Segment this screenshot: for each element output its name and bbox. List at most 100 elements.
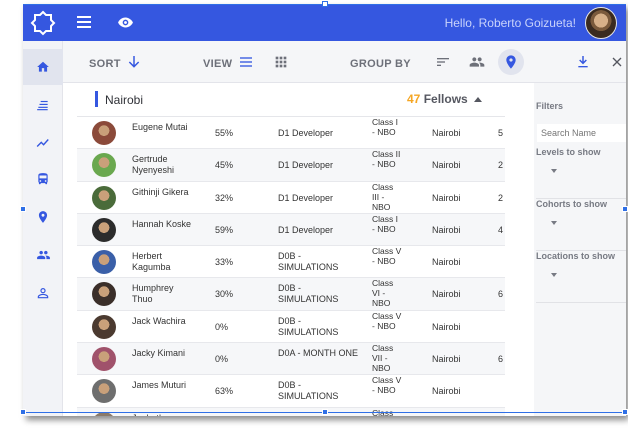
table-row[interactable]: Githinji Gikera 32% D1 Developer Class III …: [77, 182, 505, 214]
sidebar-item-trends[interactable]: [23, 125, 63, 161]
locations-dropdown-icon[interactable]: [551, 273, 557, 277]
fellow-percent: 33%: [215, 257, 234, 268]
cohorts-dropdown-icon[interactable]: [551, 221, 557, 225]
greeting-text: Hello, Roberto Goizueta!: [444, 16, 576, 30]
sidebar-item-home[interactable]: [23, 49, 63, 85]
collapse-caret-icon[interactable]: [474, 97, 482, 102]
fellow-name: Hannah Koske: [132, 218, 192, 229]
fellow-percent: 0%: [215, 321, 229, 332]
fellow-percent: 30%: [215, 289, 234, 300]
fellow-avatar: [92, 121, 116, 145]
trend-icon: [36, 139, 49, 147]
fellow-cohort: D0A - MONTH ONE: [278, 348, 359, 359]
filters-title: Filters: [536, 101, 564, 111]
fellow-percent: 32%: [215, 192, 234, 203]
fellow-name: Jacky Kimani: [132, 348, 186, 359]
sidebar-item-transport[interactable]: [23, 161, 63, 197]
group-header[interactable]: Nairobi 47 Fellows: [77, 83, 505, 117]
location-pin-icon: [38, 211, 48, 223]
grid-view-icon[interactable]: [273, 54, 289, 70]
menu-icon[interactable]: [77, 16, 91, 28]
fellow-level: 5: [498, 128, 504, 138]
app-logo-icon[interactable]: [30, 10, 56, 36]
fellow-percent: 59%: [215, 224, 234, 235]
list-view-icon[interactable]: [238, 54, 254, 70]
table-row[interactable]: Hannah Koske 59% D1 Developer Class I - NBO…: [77, 213, 505, 247]
sidebar-item-locations[interactable]: [23, 199, 63, 235]
fellow-level: 2: [498, 192, 504, 203]
eye-icon[interactable]: [117, 14, 134, 31]
table-row[interactable]: James Muturi 63% D0B - SIMULATIONS Class V …: [77, 375, 505, 408]
cohorts-filter[interactable]: Cohorts to show: [536, 199, 626, 251]
sort-label[interactable]: SORT: [89, 58, 121, 70]
fellow-cohort: D1 Developer: [278, 192, 334, 203]
close-icon[interactable]: [609, 54, 625, 70]
locations-filter-label: Locations to show: [536, 251, 616, 261]
fellow-location: Nairobi: [432, 224, 461, 235]
resize-handle-right[interactable]: [622, 206, 628, 212]
app-window: Hello, Roberto Goizueta! SORT VIEW GROUP…: [23, 4, 626, 416]
locations-filter[interactable]: Locations to show: [536, 251, 626, 303]
toolbar: SORT VIEW GROUP BY: [63, 41, 626, 83]
fellow-location: Nairobi: [432, 354, 461, 365]
table-row[interactable]: Jack Wachira 0% D0B - SIMULATIONS Class V -…: [77, 310, 505, 344]
table-row[interactable]: Humphrey Thuo 30% D0B - SIMULATIONS Class V…: [77, 278, 505, 311]
levels-dropdown-icon[interactable]: [551, 169, 557, 173]
fellow-cohort: D0B - SIMULATIONS: [278, 380, 339, 402]
fellow-count-label: Fellows: [423, 92, 468, 106]
fellow-class: Class I - NBO: [372, 213, 398, 234]
table-row[interactable]: Eugene Mutai 55% D1 Developer Class I - NBO…: [77, 117, 505, 150]
top-app-bar: Hello, Roberto Goizueta!: [23, 4, 626, 41]
arrow-down-icon[interactable]: [126, 54, 142, 70]
fellow-class: Class V - NBO: [372, 246, 402, 267]
fellow-cohort: D0B - SIMULATIONS: [278, 315, 339, 337]
fellow-avatar: [92, 185, 116, 210]
resize-handle-bottom-left[interactable]: [20, 409, 26, 415]
fellow-class: Class II - NBO: [372, 149, 401, 170]
resize-handle-left[interactable]: [20, 206, 26, 212]
fellow-cohort: D1 Developer: [278, 128, 334, 138]
fellow-level: 6: [498, 289, 504, 300]
table-row[interactable]: Herbert Kagumba 33% D0B - SIMULATIONS Class…: [77, 246, 505, 279]
fellow-location: Nairobi: [432, 160, 461, 171]
filters-panel: Filters Levels to show Cohorts to show L…: [534, 83, 626, 416]
resize-handle-top[interactable]: [322, 1, 328, 7]
location-pin-icon: [506, 55, 516, 69]
fellow-class: Class VII - NBO: [372, 343, 394, 374]
fellow-percent: 63%: [215, 386, 234, 397]
user-avatar[interactable]: [585, 7, 617, 39]
sidebar: [23, 41, 63, 416]
fellows-table: Eugene Mutai 55% D1 Developer Class I - NBO…: [77, 117, 505, 416]
sidebar-item-levels[interactable]: [23, 87, 63, 123]
fellow-class: Class I - NBO: [372, 117, 398, 137]
fellow-class: Class V - NBO: [372, 310, 402, 331]
table-row[interactable]: Jacky Kimani 0% D0A - MONTH ONE Class VII -…: [77, 343, 505, 376]
sidebar-item-people[interactable]: [23, 237, 63, 273]
table-row[interactable]: Gertrude Nyenyeshi 45% D1 Developer Class I…: [77, 149, 505, 182]
fellow-class: Class III - NBO: [372, 181, 394, 212]
fellow-location: Nairobi: [432, 128, 461, 138]
search-name-input[interactable]: [537, 124, 626, 142]
fellow-cohort: D0B - SIMULATIONS: [278, 251, 339, 273]
resize-handle-bottom-right[interactable]: [622, 409, 628, 415]
download-icon[interactable]: [575, 54, 591, 70]
fellow-location: Nairobi: [432, 192, 461, 203]
sort-lines-icon[interactable]: [435, 54, 451, 70]
bus-icon: [38, 173, 48, 185]
fellow-location: Nairobi: [432, 257, 461, 268]
people-icon: [36, 250, 50, 260]
fellow-level: 2: [498, 160, 504, 171]
fellow-count: 47: [407, 92, 421, 106]
resize-handle-bottom[interactable]: [322, 409, 328, 415]
fellow-percent: 45%: [215, 160, 234, 171]
group-people-icon[interactable]: [469, 54, 485, 70]
sidebar-item-profile[interactable]: [23, 275, 63, 311]
fellow-location: Nairobi: [432, 386, 461, 397]
fellow-name: Jack Wachira: [132, 315, 186, 326]
fellow-level: 4: [498, 224, 504, 235]
view-label[interactable]: VIEW: [203, 58, 232, 70]
group-count: 47 Fellows: [407, 92, 468, 106]
fellow-cohort: D0B - SIMULATIONS: [278, 283, 339, 305]
fellow-name: Gertrude Nyenyeshi: [132, 154, 175, 176]
levels-filter[interactable]: Levels to show: [536, 147, 626, 199]
